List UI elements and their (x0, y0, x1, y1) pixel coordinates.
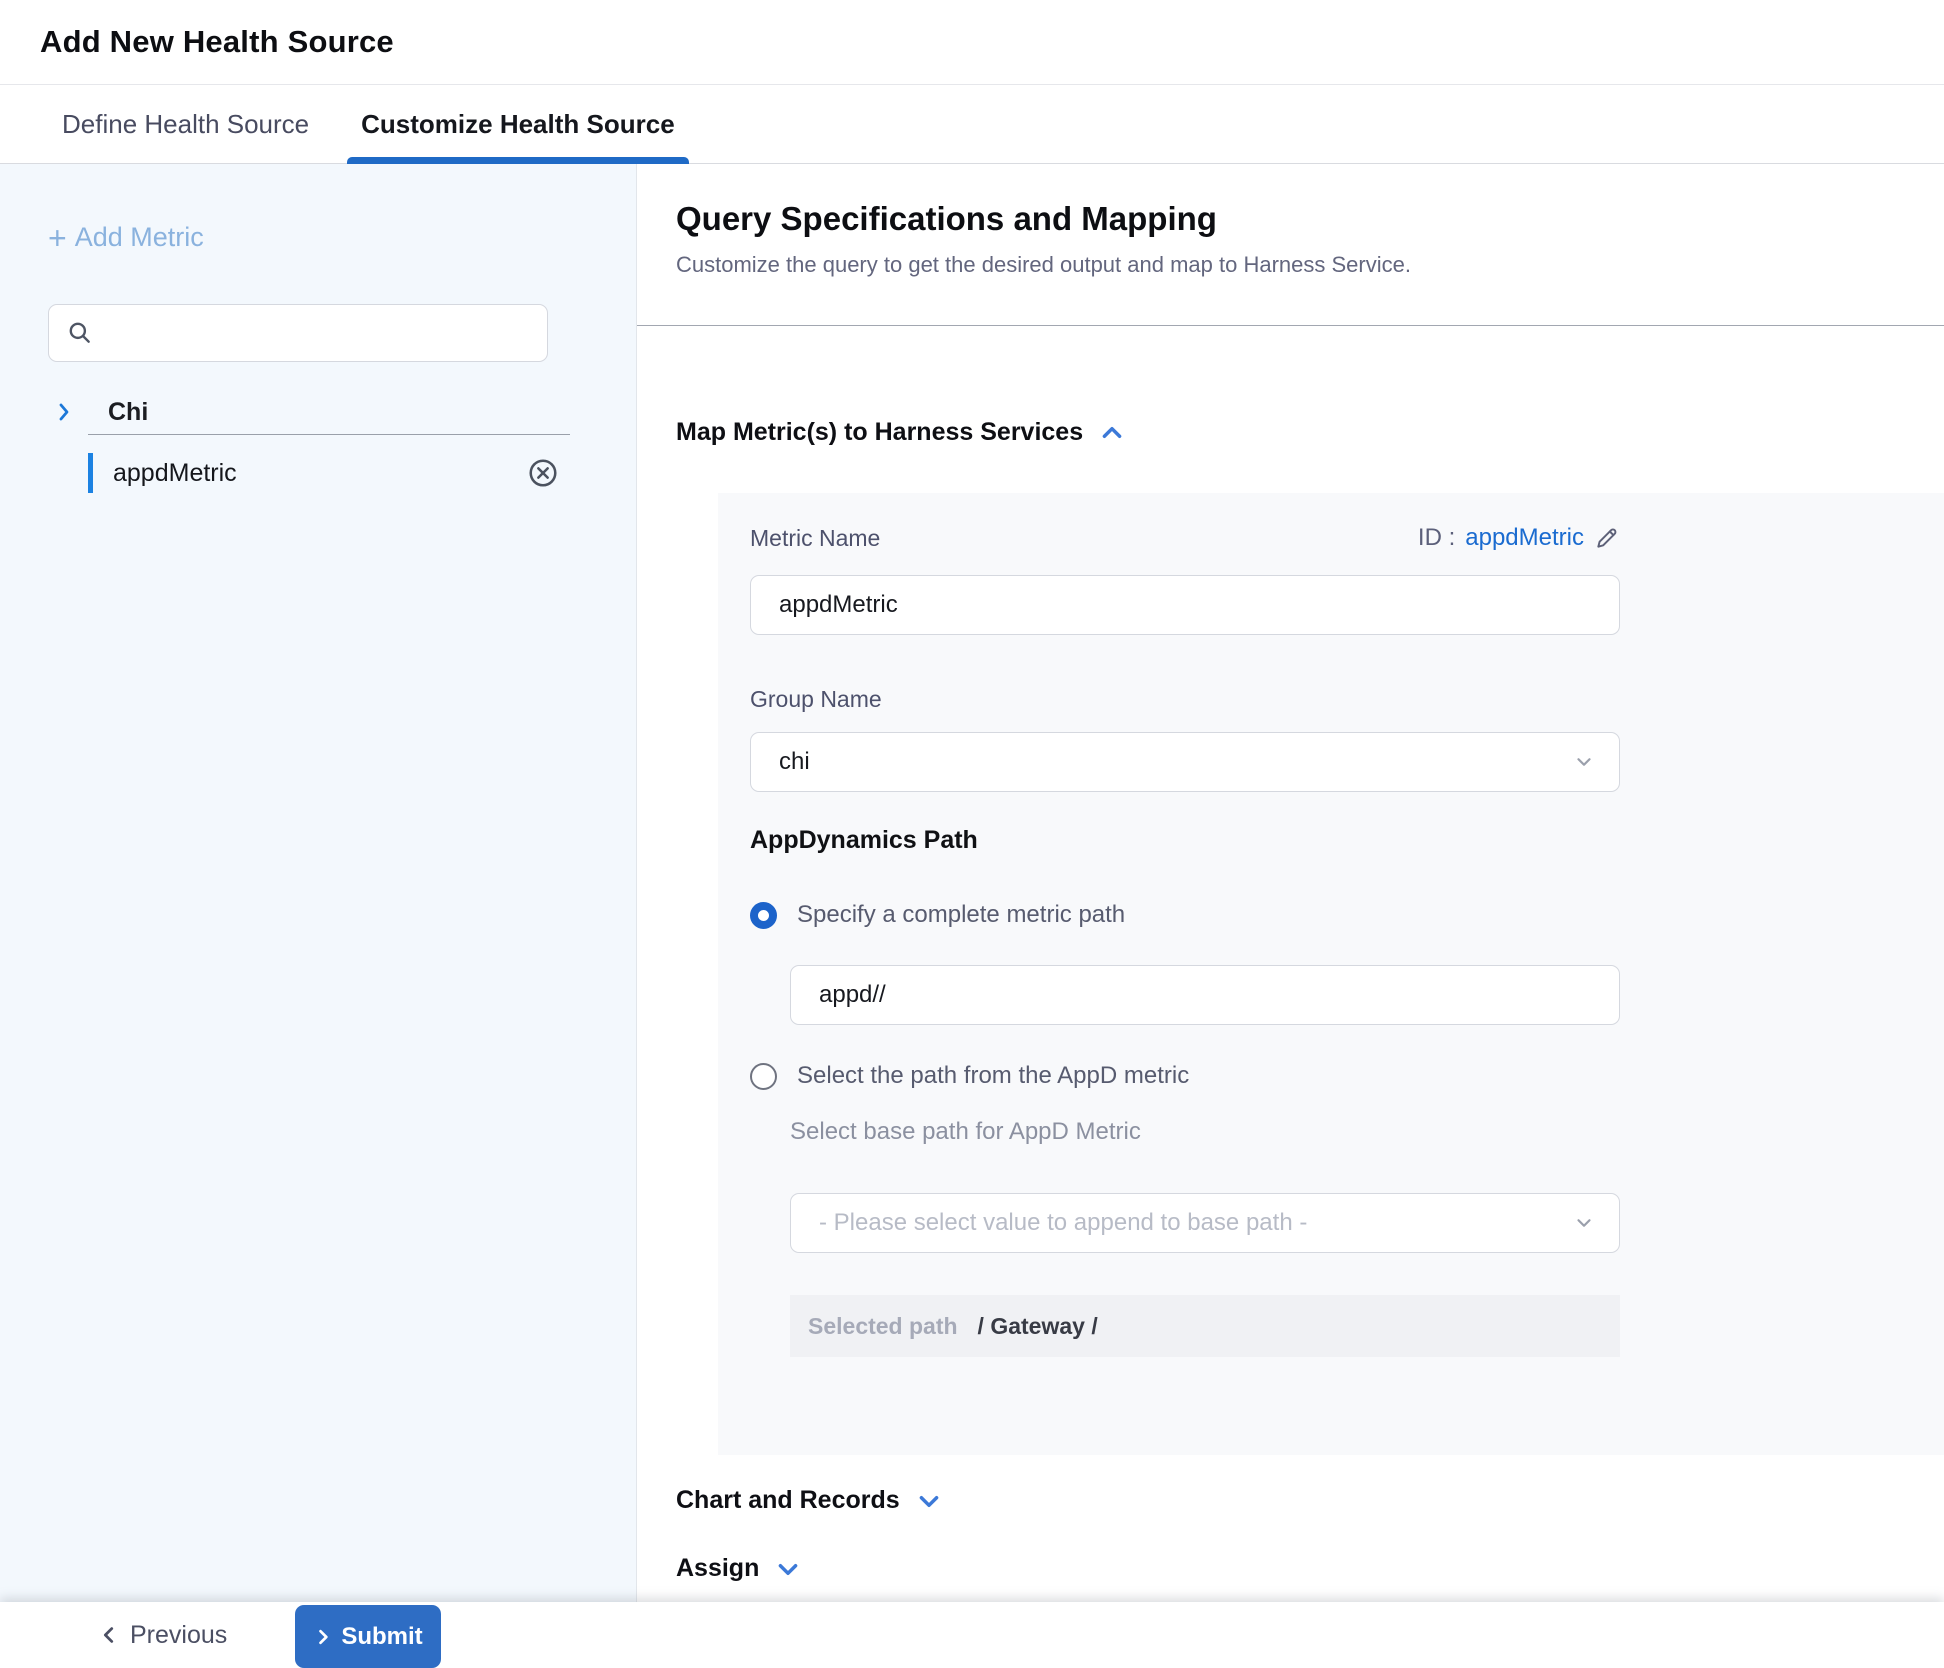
selected-path-row: Selected path / Gateway / (790, 1295, 1620, 1357)
section-subtitle: Customize the query to get the desired o… (676, 252, 1411, 278)
chevron-right-icon (52, 400, 76, 424)
map-metrics-form-panel: Metric Name ID : appdMetric Group Name c… (718, 493, 1944, 1455)
id-label: ID : (1418, 524, 1455, 552)
chevron-down-icon (775, 1556, 801, 1582)
selected-path-label: Selected path (808, 1313, 958, 1340)
chevron-down-icon (1573, 751, 1595, 773)
metric-name-input[interactable] (750, 575, 1620, 635)
metric-search-box (48, 304, 548, 362)
map-metrics-heading: Map Metric(s) to Harness Services (676, 418, 1083, 447)
section-title: Query Specifications and Mapping (676, 200, 1217, 238)
group-name-select[interactable]: chi (750, 732, 1620, 792)
previous-label: Previous (130, 1621, 227, 1650)
query-specifications-panel: Query Specifications and Mapping Customi… (637, 164, 1944, 1602)
assign-heading: Assign (676, 1554, 759, 1583)
appdynamics-path-heading: AppDynamics Path (750, 826, 978, 855)
tab-customize-health-source[interactable]: Customize Health Source (347, 85, 689, 163)
chart-and-records-heading: Chart and Records (676, 1486, 900, 1515)
divider (637, 325, 1944, 326)
radio-label: Specify a complete metric path (797, 901, 1125, 929)
tab-label: Customize Health Source (361, 109, 675, 140)
selected-path-value: / Gateway / (978, 1313, 1098, 1340)
page-title: Add New Health Source (40, 24, 394, 60)
radio-unselected-icon (750, 1063, 777, 1090)
metric-search-input[interactable] (105, 319, 547, 347)
chevron-down-icon (1573, 1212, 1595, 1234)
radio-specify-complete-path[interactable]: Specify a complete metric path (750, 901, 1125, 929)
submit-label: Submit (341, 1623, 422, 1651)
radio-selected-icon (750, 902, 777, 929)
group-name-label: Group Name (750, 686, 882, 713)
map-metrics-section-toggle[interactable]: Map Metric(s) to Harness Services (676, 418, 1125, 447)
chart-and-records-section-toggle[interactable]: Chart and Records (676, 1486, 942, 1515)
sidebar-group-chi[interactable]: Chi (0, 390, 636, 434)
search-icon (67, 320, 93, 346)
base-path-placeholder: - Please select value to append to base … (819, 1209, 1307, 1237)
metric-item-label: appdMetric (113, 459, 237, 488)
tab-bar: Define Health Source Customize Health So… (0, 85, 1944, 164)
base-path-label: Select base path for AppD Metric (790, 1118, 1141, 1146)
plus-icon: + (48, 225, 67, 251)
radio-label: Select the path from the AppD metric (797, 1062, 1189, 1090)
tree-divider (88, 434, 570, 435)
base-path-select[interactable]: - Please select value to append to base … (790, 1193, 1620, 1253)
sidebar-item-appdmetric[interactable]: appdMetric (0, 448, 636, 498)
chevron-up-icon (1099, 420, 1125, 446)
radio-select-path-from-appd[interactable]: Select the path from the AppD metric (750, 1062, 1189, 1090)
metric-name-label: Metric Name (750, 525, 880, 552)
delete-metric-icon[interactable] (526, 456, 560, 490)
selected-indicator-bar (88, 453, 93, 493)
complete-metric-path-input[interactable] (790, 965, 1620, 1025)
chevron-down-icon (916, 1488, 942, 1514)
dialog-header: Add New Health Source (0, 0, 1944, 85)
tab-label: Define Health Source (62, 109, 309, 140)
wizard-footer: Previous Submit (0, 1602, 1944, 1668)
edit-pencil-icon[interactable] (1594, 525, 1620, 551)
add-metric-button[interactable]: + Add Metric (48, 222, 204, 253)
assign-section-toggle[interactable]: Assign (676, 1554, 801, 1583)
group-name-value: chi (779, 748, 810, 776)
metrics-sidebar: + Add Metric Chi appdMetric (0, 164, 637, 1602)
chevron-right-icon (313, 1627, 333, 1647)
add-metric-label: Add Metric (75, 222, 204, 253)
tab-define-health-source[interactable]: Define Health Source (48, 85, 323, 163)
chevron-left-icon (98, 1624, 120, 1646)
group-label: Chi (108, 398, 148, 427)
submit-button[interactable]: Submit (295, 1605, 441, 1668)
previous-button[interactable]: Previous (98, 1602, 227, 1668)
id-value-link[interactable]: appdMetric (1465, 524, 1584, 552)
